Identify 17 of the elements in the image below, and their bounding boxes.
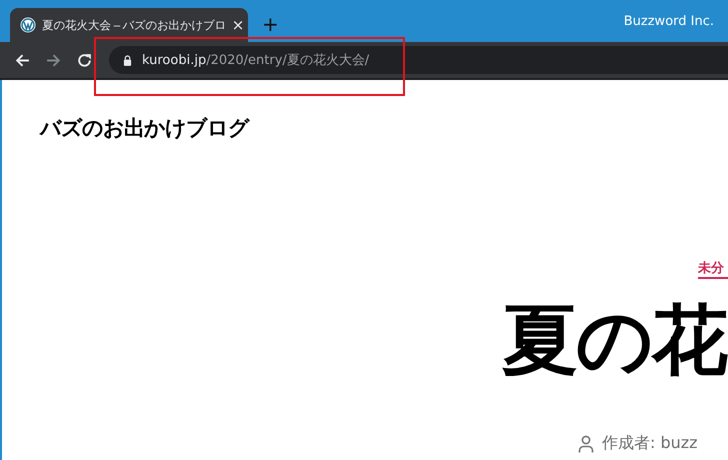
- url-text: kuroobi.jp/2020/entry/夏の花火大会/: [142, 52, 370, 69]
- window-title: Buzzword Inc.: [624, 14, 714, 29]
- close-tab-button[interactable]: ×: [232, 16, 244, 34]
- person-icon: [578, 434, 594, 453]
- category-link[interactable]: 未分: [698, 259, 728, 279]
- post-heading: 夏の花: [502, 294, 726, 386]
- address-bar[interactable]: kuroobi.jp/2020/entry/夏の花火大会/: [109, 46, 728, 74]
- post-author: 作成者: buzz: [602, 433, 698, 454]
- lock-icon: [123, 54, 132, 66]
- back-arrow-icon[interactable]: [14, 52, 31, 68]
- forward-arrow-icon[interactable]: [45, 52, 62, 68]
- browser-tab[interactable]: 夏の花火大会 – バズのお出かけブロ ×: [10, 8, 248, 42]
- new-tab-button[interactable]: +: [262, 12, 279, 36]
- tab-title: 夏の花火大会 – バズのお出かけブロ: [42, 18, 226, 32]
- wordpress-logo-icon: [20, 17, 36, 33]
- site-title[interactable]: バズのお出かけブログ: [40, 114, 728, 142]
- reload-icon[interactable]: [76, 52, 93, 68]
